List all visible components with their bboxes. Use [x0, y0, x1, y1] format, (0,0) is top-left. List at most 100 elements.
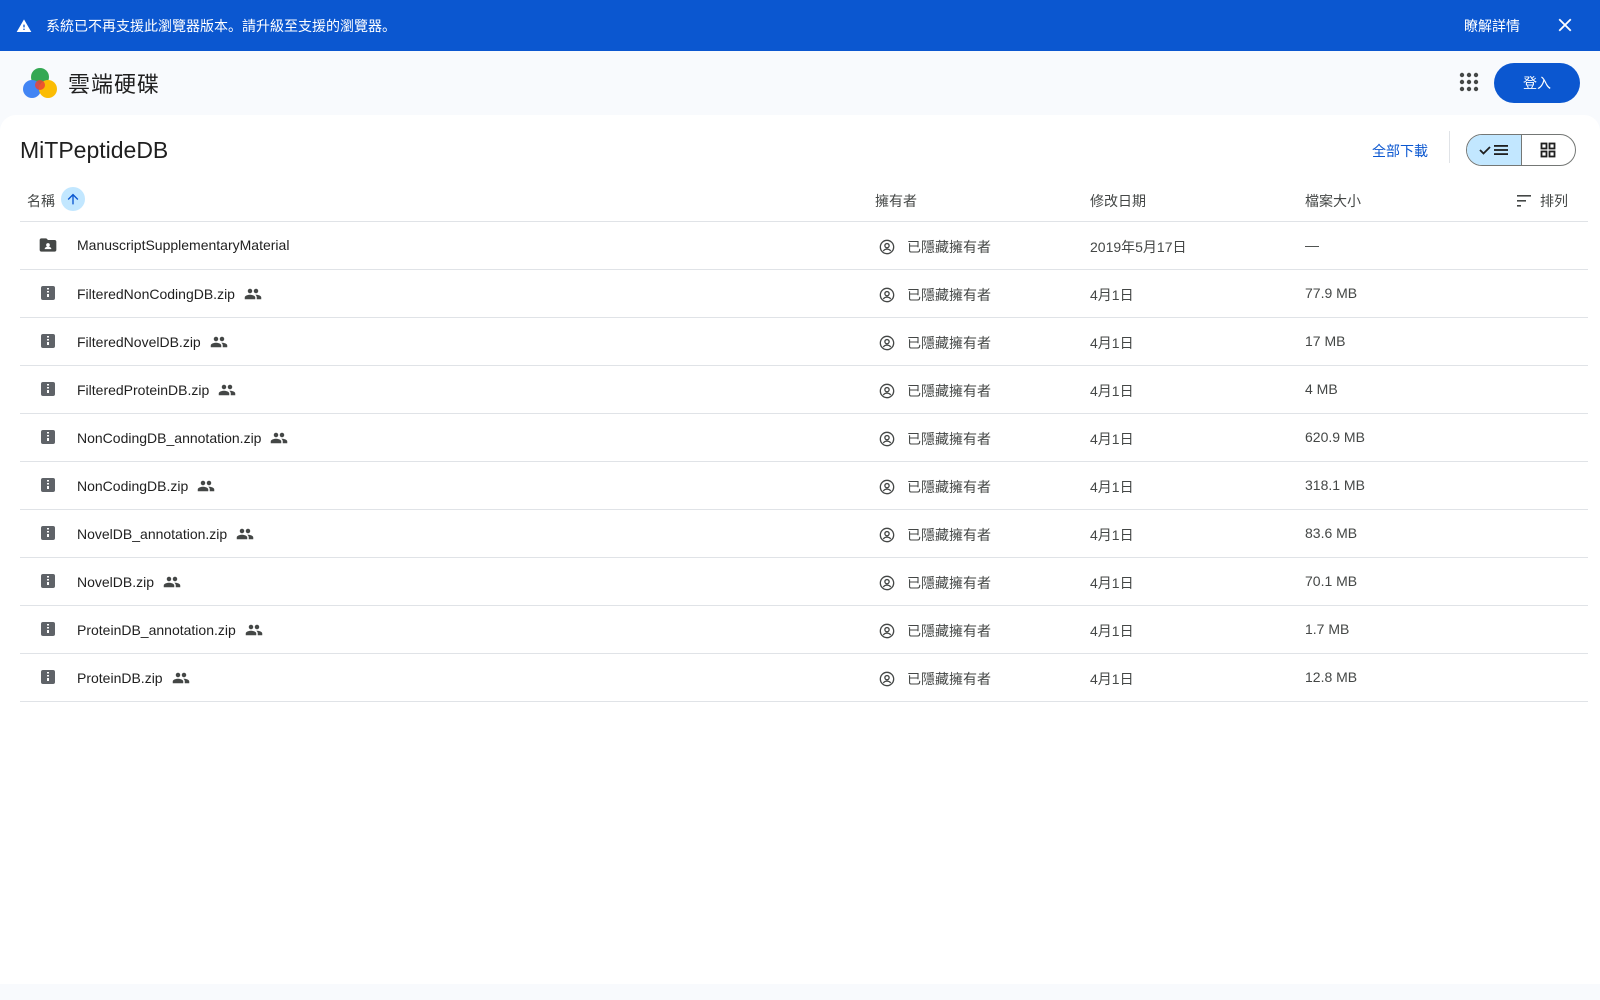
modified-date: 4月1日 — [1090, 623, 1134, 639]
owner-cell: 已隱藏擁有者 — [879, 429, 991, 449]
column-name-label: 名稱 — [27, 193, 55, 209]
owner-cell: 已隱藏擁有者 — [879, 669, 991, 689]
hidden-owner-icon — [879, 479, 895, 495]
zip-file-icon — [38, 523, 58, 543]
owner-label: 已隱藏擁有者 — [907, 239, 991, 255]
file-name-cell: NonCodingDB.zip — [77, 477, 215, 495]
owner-cell: 已隱藏擁有者 — [879, 285, 991, 305]
shared-people-icon — [172, 669, 190, 687]
table-row[interactable]: FilteredNovelDB.zip 已隱藏擁有者 4月1日 17 MB — [20, 318, 1588, 366]
shared-people-icon — [244, 285, 262, 303]
modified-date: 4月1日 — [1090, 287, 1134, 303]
sort-ascending-icon[interactable] — [61, 187, 85, 211]
table-row[interactable]: NovelDB_annotation.zip 已隱藏擁有者 4月1日 83.6 MB — [20, 510, 1588, 558]
zip-file-icon — [38, 475, 58, 495]
zip-file-icon — [38, 571, 58, 591]
file-list: ManuscriptSupplementaryMaterial 已隱藏擁有者 201… — [20, 222, 1588, 702]
file-size: 12.8 MB — [1305, 669, 1358, 685]
file-name: NovelDB_annotation.zip — [77, 526, 228, 542]
close-icon[interactable] — [1554, 14, 1576, 36]
zip-file-icon — [38, 379, 58, 399]
owner-cell: 已隱藏擁有者 — [879, 237, 991, 257]
owner-label: 已隱藏擁有者 — [907, 383, 991, 399]
file-name: FilteredNovelDB.zip — [77, 334, 201, 350]
hidden-owner-icon — [879, 383, 895, 399]
hidden-owner-icon — [879, 431, 895, 447]
owner-label: 已隱藏擁有者 — [907, 623, 991, 639]
owner-label: 已隱藏擁有者 — [907, 431, 991, 447]
sign-in-button[interactable]: 登入 — [1494, 63, 1580, 103]
owner-label: 已隱藏擁有者 — [907, 527, 991, 543]
file-size: 1.7 MB — [1305, 621, 1350, 637]
shared-folder-icon — [38, 235, 58, 255]
hidden-owner-icon — [879, 239, 895, 255]
table-row[interactable]: ProteinDB_annotation.zip 已隱藏擁有者 4月1日 1.7 MB — [20, 606, 1588, 654]
file-name: ProteinDB.zip — [77, 670, 163, 686]
owner-cell: 已隱藏擁有者 — [879, 477, 991, 497]
app-header: 雲端硬碟 登入 — [0, 51, 1600, 114]
modified-date: 4月1日 — [1090, 431, 1134, 447]
table-row[interactable]: ManuscriptSupplementaryMaterial 已隱藏擁有者 201… — [20, 222, 1588, 270]
zip-file-icon — [38, 667, 58, 687]
file-name-cell: ManuscriptSupplementaryMaterial — [77, 237, 289, 253]
file-name: NonCodingDB.zip — [77, 478, 189, 494]
file-name-cell: NovelDB_annotation.zip — [77, 525, 254, 543]
owner-label: 已隱藏擁有者 — [907, 575, 991, 591]
owner-label: 已隱藏擁有者 — [907, 479, 991, 495]
banner-message: 系統已不再支援此瀏覽器版本。請升級至支援的瀏覽器。 — [46, 17, 396, 34]
file-name-cell: ProteinDB.zip — [77, 669, 190, 687]
divider — [1449, 131, 1450, 163]
zip-file-icon — [38, 619, 58, 639]
file-name: ProteinDB_annotation.zip — [77, 622, 236, 638]
sort-lines-icon — [1517, 195, 1531, 207]
file-name: FilteredProteinDB.zip — [77, 382, 210, 398]
sort-label: 排列 — [1540, 193, 1568, 209]
table-header: 名稱 擁有者 修改日期 檔案大小 排列 — [20, 179, 1588, 222]
file-name: FilteredNonCodingDB.zip — [77, 286, 235, 302]
app-name: 雲端硬碟 — [68, 71, 161, 97]
modified-date: 4月1日 — [1090, 335, 1134, 351]
drive-logo-icon[interactable] — [22, 66, 58, 100]
shared-people-icon — [245, 621, 263, 639]
table-row[interactable]: FilteredNonCodingDB.zip 已隱藏擁有者 4月1日 77.9 MB — [20, 270, 1588, 318]
apps-grid-icon[interactable] — [1458, 71, 1480, 93]
modified-date: 4月1日 — [1090, 575, 1134, 591]
shared-people-icon — [218, 381, 236, 399]
column-name[interactable]: 名稱 — [27, 187, 85, 211]
hidden-owner-icon — [879, 623, 895, 639]
owner-cell: 已隱藏擁有者 — [879, 573, 991, 593]
warning-icon — [16, 18, 32, 34]
column-modified: 修改日期 — [1090, 193, 1146, 209]
table-row[interactable]: NonCodingDB_annotation.zip 已隱藏擁有者 4月1日 620.… — [20, 414, 1588, 462]
file-size: 4 MB — [1305, 381, 1338, 397]
file-size: 17 MB — [1305, 333, 1346, 349]
modified-date: 4月1日 — [1090, 479, 1134, 495]
file-size: 318.1 MB — [1305, 477, 1365, 493]
owner-cell: 已隱藏擁有者 — [879, 621, 991, 641]
file-size: 620.9 MB — [1305, 429, 1365, 445]
list-view-button[interactable] — [1467, 135, 1522, 165]
hidden-owner-icon — [879, 287, 895, 303]
modified-date: 4月1日 — [1090, 383, 1134, 399]
table-row[interactable]: NovelDB.zip 已隱藏擁有者 4月1日 70.1 MB — [20, 558, 1588, 606]
modified-date: 2019年5月17日 — [1090, 239, 1187, 255]
shared-people-icon — [236, 525, 254, 543]
file-size: 70.1 MB — [1305, 573, 1358, 589]
table-row[interactable]: NonCodingDB.zip 已隱藏擁有者 4月1日 318.1 MB — [20, 462, 1588, 510]
learn-more-link[interactable]: 瞭解詳情 — [1464, 16, 1520, 36]
table-row[interactable]: ProteinDB.zip 已隱藏擁有者 4月1日 12.8 MB — [20, 654, 1588, 702]
modified-date: 4月1日 — [1090, 671, 1134, 687]
file-size: — — [1305, 237, 1319, 253]
column-owner: 擁有者 — [875, 193, 917, 209]
shared-people-icon — [163, 573, 181, 591]
table-row[interactable]: FilteredProteinDB.zip 已隱藏擁有者 4月1日 4 MB — [20, 366, 1588, 414]
sort-button[interactable]: 排列 — [1516, 191, 1568, 211]
grid-view-button[interactable] — [1522, 135, 1576, 165]
zip-file-icon — [38, 427, 58, 447]
file-name: ManuscriptSupplementaryMaterial — [77, 237, 290, 253]
download-all-button[interactable]: 全部下載 — [1372, 141, 1428, 161]
file-size: 77.9 MB — [1305, 285, 1358, 301]
file-name: NonCodingDB_annotation.zip — [77, 430, 262, 446]
unsupported-browser-banner: 系統已不再支援此瀏覽器版本。請升級至支援的瀏覽器。 瞭解詳情 — [0, 0, 1600, 51]
owner-label: 已隱藏擁有者 — [907, 671, 991, 687]
